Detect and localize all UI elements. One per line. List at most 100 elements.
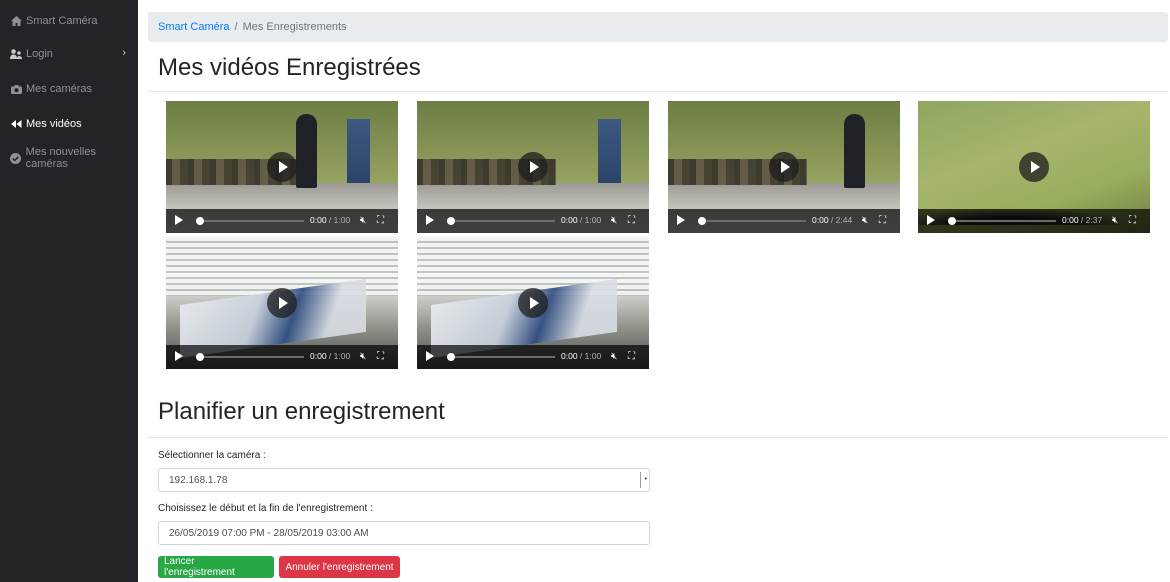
sidebar-item-mes-nouvelles-cameras[interactable]: Mes nouvelles caméras	[0, 143, 138, 173]
seek-handle[interactable]	[447, 217, 455, 225]
video-player[interactable]: 0:00 / 1:00 🔇︎ ⛶	[417, 237, 649, 369]
video-frame-door	[597, 119, 622, 183]
time-display: 0:00 / 2:37	[1062, 215, 1103, 225]
camera-select-value: 192.168.1.78	[169, 474, 228, 486]
play-overlay-button[interactable]	[1019, 152, 1049, 182]
date-range-label: Choisissez le début et la fin de l'enreg…	[158, 503, 373, 514]
fullscreen-icon[interactable]: ⛶	[628, 351, 635, 362]
seek-bar[interactable]	[196, 356, 304, 358]
play-overlay-button[interactable]	[518, 152, 548, 182]
sidebar-item-smart-camera[interactable]: Smart Caméra	[0, 6, 138, 36]
video-controls: 0:00 / 2:37 🔇︎ ⛶	[918, 209, 1150, 233]
mute-icon[interactable]: 🔇︎	[611, 215, 617, 226]
play-overlay-button[interactable]	[518, 288, 548, 318]
seek-bar[interactable]	[698, 220, 806, 222]
sidebar-item-label: Login	[26, 48, 53, 60]
breadcrumb-current: Mes Enregistrements	[242, 21, 347, 33]
time-display: 0:00 / 1:00	[310, 351, 351, 361]
camera-select-label: Sélectionner la caméra :	[158, 450, 266, 461]
time-display: 0:00 / 1:00	[561, 215, 602, 225]
time-display: 0:00 / 2:44	[812, 215, 853, 225]
duration: 2:37	[1085, 215, 1103, 225]
video-player[interactable]: 0:00 / 1:00 🔇︎ ⛶	[166, 101, 398, 233]
duration: 1:00	[584, 351, 602, 361]
video-player[interactable]: 0:00 / 2:37 🔇︎ ⛶	[918, 101, 1150, 233]
current-time: 0:00	[561, 351, 578, 361]
sidebar-item-label: Mes caméras	[26, 83, 93, 95]
time-display: 0:00 / 1:00	[561, 351, 602, 361]
seek-bar[interactable]	[196, 220, 304, 222]
mute-icon[interactable]: 🔇︎	[1112, 215, 1118, 226]
breadcrumb: Smart Caméra / Mes Enregistrements	[148, 12, 1168, 42]
users-icon	[10, 48, 22, 60]
date-range-input[interactable]: 26/05/2019 07:00 PM - 28/05/2019 03:00 A…	[158, 521, 650, 545]
video-frame-door	[346, 119, 371, 183]
sidebar-item-login[interactable]: Login ›	[0, 39, 138, 69]
video-player[interactable]: 0:00 / 1:00 🔇︎ ⛶	[417, 101, 649, 233]
breadcrumb-separator: /	[234, 21, 238, 33]
seek-bar[interactable]	[948, 220, 1056, 222]
sidebar-item-label: Mes nouvelles caméras	[25, 146, 96, 170]
check-circle-icon	[10, 152, 22, 164]
duration: 1:00	[333, 215, 351, 225]
play-icon[interactable]	[175, 351, 183, 361]
current-time: 0:00	[310, 351, 327, 361]
video-controls: 0:00 / 1:00 🔇︎ ⛶	[417, 209, 649, 233]
fullscreen-icon[interactable]: ⛶	[628, 215, 635, 226]
time-display: 0:00 / 1:00	[310, 215, 351, 225]
play-overlay-button[interactable]	[769, 152, 799, 182]
mute-icon[interactable]: 🔇︎	[360, 215, 366, 226]
sidebar-item-mes-cameras[interactable]: Mes caméras	[0, 74, 138, 104]
video-player[interactable]: 0:00 / 1:00 🔇︎ ⛶	[166, 237, 398, 369]
play-icon[interactable]	[175, 215, 183, 225]
current-time: 0:00	[812, 215, 829, 225]
duration: 1:00	[333, 351, 351, 361]
video-controls: 0:00 / 1:00 🔇︎ ⛶	[166, 209, 398, 233]
mute-icon[interactable]: 🔇︎	[360, 351, 366, 362]
home-icon	[10, 15, 22, 27]
seek-handle[interactable]	[447, 353, 455, 361]
video-frame-figure	[844, 114, 866, 189]
seek-handle[interactable]	[196, 217, 204, 225]
sidebar-item-label: Smart Caméra	[26, 15, 98, 27]
current-time: 0:00	[561, 215, 578, 225]
fullscreen-icon[interactable]: ⛶	[1129, 215, 1136, 226]
play-icon[interactable]	[426, 351, 434, 361]
seek-bar[interactable]	[447, 356, 555, 358]
video-controls: 0:00 / 2:44 🔇︎ ⛶	[668, 209, 900, 233]
seek-handle[interactable]	[948, 217, 956, 225]
play-overlay-button[interactable]	[267, 288, 297, 318]
sidebar-item-mes-videos[interactable]: Mes vidéos	[0, 109, 138, 139]
camera-icon	[10, 83, 22, 95]
duration: 2:44	[835, 215, 853, 225]
play-icon[interactable]	[426, 215, 434, 225]
chevron-right-icon: ›	[122, 47, 126, 59]
mute-icon[interactable]: 🔇︎	[611, 351, 617, 362]
seek-handle[interactable]	[698, 217, 706, 225]
video-player[interactable]: 0:00 / 2:44 🔇︎ ⛶	[668, 101, 900, 233]
fullscreen-icon[interactable]: ⛶	[879, 215, 886, 226]
video-controls: 0:00 / 1:00 🔇︎ ⛶	[417, 345, 649, 369]
mute-icon[interactable]: 🔇︎	[862, 215, 868, 226]
divider	[148, 91, 1168, 92]
seek-bar[interactable]	[447, 220, 555, 222]
backward-icon	[10, 118, 22, 130]
duration: 1:00	[584, 215, 602, 225]
cancel-recording-button[interactable]: Annuler l'enregistrement	[279, 556, 400, 578]
fullscreen-icon[interactable]: ⛶	[377, 215, 384, 226]
video-frame-figure	[295, 114, 317, 189]
videos-heading: Mes vidéos Enregistrées	[158, 54, 421, 81]
start-recording-button[interactable]: Lancer l'enregistrement	[158, 556, 274, 578]
current-time: 0:00	[310, 215, 327, 225]
seek-handle[interactable]	[196, 353, 204, 361]
sidebar-item-label: Mes vidéos	[26, 118, 82, 130]
video-controls: 0:00 / 1:00 🔇︎ ⛶	[166, 345, 398, 369]
select-arrow-icon: •	[640, 472, 647, 488]
fullscreen-icon[interactable]: ⛶	[377, 351, 384, 362]
play-icon[interactable]	[677, 215, 685, 225]
breadcrumb-link-home[interactable]: Smart Caméra	[158, 21, 230, 33]
sidebar: Smart Caméra Login › Mes caméras Mes vid…	[0, 0, 138, 582]
play-icon[interactable]	[927, 215, 935, 225]
camera-select[interactable]: 192.168.1.78 •	[158, 468, 650, 492]
play-overlay-button[interactable]	[267, 152, 297, 182]
